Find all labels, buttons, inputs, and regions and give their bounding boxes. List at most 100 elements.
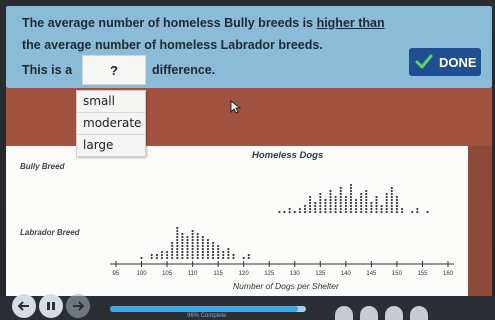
bully-breed-dot [365, 189, 368, 193]
labrador-breed-dot [150, 256, 153, 260]
bully-breed-dot [390, 189, 393, 193]
labrador-breed-dot [140, 256, 143, 260]
bully-breed-dot [349, 210, 353, 214]
bully-breed-dot [349, 192, 353, 196]
labrador-breed-dot [176, 232, 179, 236]
bully-breed-dot [288, 207, 291, 211]
bully-breed-dot [329, 210, 332, 214]
dot-plot-chart: 95 100 105 110 115 120 125 130 135 140 145 150 155 16… [110, 183, 454, 277]
labrador-breed-dot [227, 256, 230, 260]
labrador-breed-dot [227, 247, 230, 251]
bully-breed-dot [380, 204, 383, 208]
labrador-breed-dot [227, 250, 230, 254]
bully-breed-dot [319, 201, 322, 205]
labrador-breed-dot [206, 238, 210, 242]
bully-breed-dot [344, 201, 347, 205]
labrador-breed-dot [201, 238, 204, 242]
bully-breed-dot [390, 201, 393, 205]
bully-breed-dot [339, 198, 342, 202]
labrador-breed-dot [201, 250, 204, 254]
bully-breed-dot [334, 210, 337, 214]
labrador-breed-dot [201, 256, 204, 260]
difference-dropdown[interactable]: small moderate large [76, 90, 146, 157]
x-tick-label: 110 [188, 271, 198, 277]
labrador-breed-dot [191, 250, 194, 254]
labrador-breed-dot [181, 238, 184, 242]
bully-breed-dot [395, 204, 399, 208]
x-tick-label: 115 [213, 271, 223, 277]
bully-breed-dot [416, 210, 419, 214]
bully-breed-dot [375, 210, 378, 214]
bully-breed-dot [349, 204, 353, 208]
labrador-breed-dot [206, 253, 210, 257]
bully-breed-dot [390, 186, 393, 190]
bully-breed-dot [308, 198, 312, 202]
bully-breed-dot [349, 195, 353, 199]
bully-breed-dot [375, 204, 378, 208]
x-tick-label: 125 [264, 271, 275, 277]
bully-breed-dot [349, 189, 353, 193]
pause-button[interactable] [39, 294, 63, 318]
forward-button[interactable] [66, 294, 90, 318]
bully-breed-dot [288, 210, 291, 214]
progress-fill [110, 306, 299, 312]
bully-breed-dot [329, 195, 332, 199]
labrador-breed-dot [155, 256, 158, 260]
labrador-breed-dot [217, 256, 220, 260]
back-button[interactable] [12, 294, 36, 318]
bully-breed-dot [385, 204, 388, 208]
bully-breed-dot [308, 207, 312, 211]
labrador-breed-dot [196, 247, 199, 251]
labrador-breed-dot [181, 247, 184, 251]
bully-breed-dot [344, 210, 347, 214]
bully-breed-dot [360, 201, 363, 205]
bully-breed-dot [360, 207, 363, 211]
labrador-breed-dot [186, 256, 189, 260]
bully-breed-dot [395, 195, 399, 199]
bully-breed-dot [365, 210, 368, 214]
dropdown-option-moderate[interactable]: moderate [77, 113, 145, 135]
labrador-breed-dot [186, 247, 189, 251]
bully-breed-dot [339, 192, 342, 196]
labrador-breed-dot [181, 253, 184, 257]
bully-breed-dot [334, 198, 337, 202]
labrador-breed-dot [247, 253, 250, 257]
labrador-breed-dot [211, 250, 215, 254]
toolbar-button-3[interactable] [385, 306, 403, 320]
labrador-breed-dot [211, 253, 215, 257]
labrador-breed-dot [211, 244, 215, 248]
labrador-breed-dot [206, 250, 210, 254]
dropdown-option-small[interactable]: small [77, 91, 145, 113]
labrador-breed-dot [211, 247, 215, 251]
bully-breed-dot [344, 198, 347, 202]
bully-breed-dot [360, 210, 363, 214]
labrador-breed-dot [181, 250, 184, 254]
bully-breed-dot [283, 210, 286, 214]
bully-breed-dot [390, 198, 393, 202]
lesson-screen: The average number of homeless Bully bre… [0, 0, 495, 320]
bully-breed-dot [365, 207, 368, 211]
bully-breed-dot [334, 204, 337, 208]
x-tick-label: 135 [315, 271, 326, 277]
dropdown-option-large[interactable]: large [77, 135, 145, 156]
toolbar-button-4[interactable] [410, 306, 428, 320]
bully-breed-dot [334, 207, 337, 211]
x-tick-label: 100 [137, 271, 148, 277]
bully-breed-dot [314, 207, 317, 211]
bully-breed-dot [349, 198, 353, 202]
bully-breed-dot [360, 204, 363, 208]
bully-breed-dot [390, 210, 393, 214]
labrador-breed-dot [150, 253, 153, 257]
labrador-breed-dot [201, 244, 204, 248]
x-tick-label: 95 [113, 271, 120, 277]
bully-breed-dot [329, 189, 332, 193]
bully-breed-dot [411, 210, 414, 214]
bully-breed-dot [324, 201, 327, 205]
labrador-breed-dot [176, 250, 179, 254]
labrador-breed-dot [217, 244, 220, 248]
toolbar-button-2[interactable] [360, 306, 378, 320]
labrador-breed-dot [222, 256, 225, 260]
bully-breed-dot [278, 210, 281, 214]
bully-breed-dot [308, 195, 312, 199]
toolbar-button-1[interactable] [335, 306, 353, 320]
